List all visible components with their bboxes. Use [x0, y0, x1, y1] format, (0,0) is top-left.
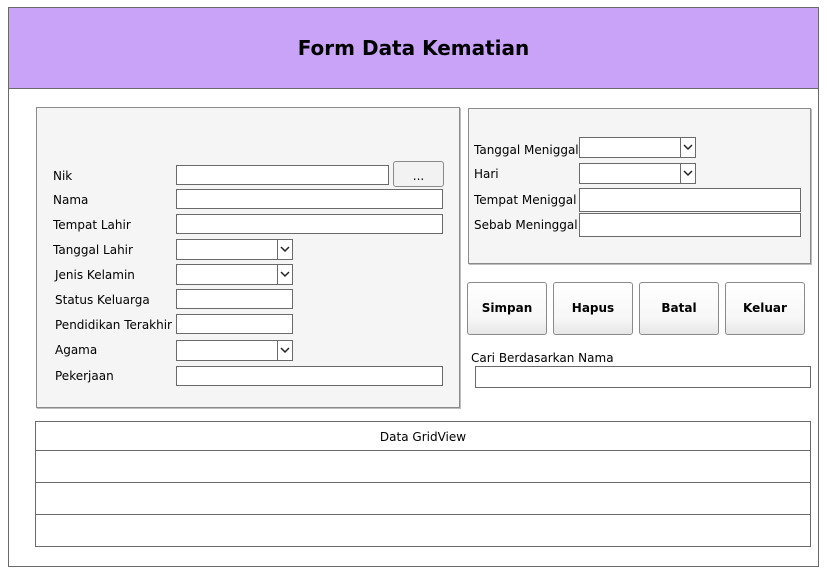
label-pekerjaan: Pekerjaan [55, 369, 114, 383]
table-row[interactable] [36, 451, 810, 483]
label-sebab-meninggal: Sebab Meninggal [474, 218, 578, 232]
search-nama-input[interactable] [475, 366, 811, 388]
nama-field[interactable] [176, 189, 443, 209]
hapus-button[interactable]: Hapus [553, 282, 633, 335]
status-keluarga-field[interactable] [176, 289, 293, 309]
browse-nik-button[interactable]: ... [393, 161, 444, 187]
pekerjaan-field[interactable] [176, 366, 443, 386]
chevron-down-icon[interactable] [680, 138, 695, 157]
batal-button[interactable]: Batal [639, 282, 719, 335]
grid-header: Data GridView [36, 422, 810, 451]
simpan-button[interactable]: Simpan [467, 282, 547, 335]
label-status-keluarga: Status Keluarga [55, 293, 150, 307]
chevron-down-icon[interactable] [680, 164, 695, 183]
hari-select[interactable] [579, 163, 696, 184]
data-gridview[interactable]: Data GridView [35, 421, 811, 547]
nik-field[interactable] [176, 165, 389, 185]
label-cari-nama: Cari Berdasarkan Nama [471, 351, 614, 365]
title-bar: Form Data Kematian [9, 8, 818, 89]
label-nama: Nama [53, 193, 89, 207]
chevron-down-icon[interactable] [277, 341, 292, 360]
label-jenis-kelamin: Jenis Kelamin [55, 268, 135, 282]
label-tanggal-lahir: Tanggal Lahir [53, 243, 133, 257]
agama-select[interactable] [176, 340, 293, 361]
label-tanggal-meniggal: Tanggal Meniggal [474, 143, 579, 157]
sebab-meninggal-field[interactable] [579, 213, 801, 237]
chevron-down-icon[interactable] [277, 240, 292, 259]
pendidikan-terakhir-field[interactable] [176, 314, 293, 334]
label-nik: Nik [53, 169, 73, 183]
window-title: Form Data Kematian [297, 36, 530, 60]
label-agama: Agama [55, 343, 98, 357]
label-hari: Hari [474, 167, 499, 181]
tempat-lahir-field[interactable] [176, 214, 443, 234]
keluar-button[interactable]: Keluar [725, 282, 805, 335]
jenis-kelamin-select[interactable] [176, 264, 293, 285]
tanggal-meniggal-select[interactable] [579, 137, 696, 158]
label-pendidikan-terakhir: Pendidikan Terakhir [55, 318, 172, 332]
label-tempat-lahir: Tempat Lahir [53, 218, 131, 232]
tanggal-lahir-select[interactable] [176, 239, 293, 260]
tempat-meniggal-field[interactable] [579, 188, 801, 212]
label-tempat-meniggal: Tempat Meniggal [474, 193, 577, 207]
table-row[interactable] [36, 515, 810, 546]
table-row[interactable] [36, 483, 810, 515]
death-data-panel [468, 108, 811, 264]
chevron-down-icon[interactable] [277, 265, 292, 284]
